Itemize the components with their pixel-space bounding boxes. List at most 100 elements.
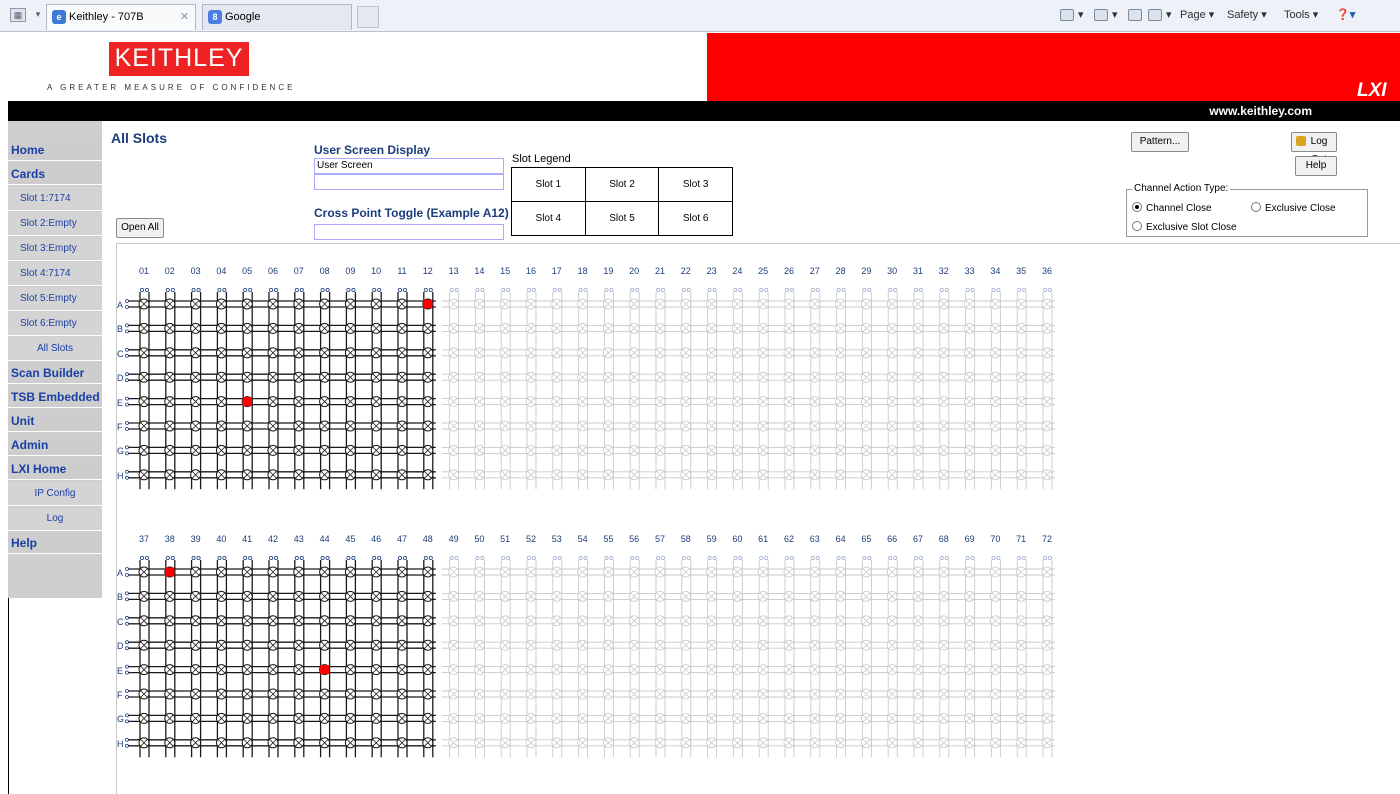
- row-label: D: [117, 641, 124, 652]
- row-label: B: [117, 324, 124, 335]
- column-label: 12: [422, 266, 433, 276]
- column-terminal-icon: [480, 556, 485, 561]
- column-label: 53: [551, 534, 562, 544]
- column-terminal-icon: [1043, 287, 1048, 292]
- column-terminal-icon: [217, 556, 222, 561]
- column-terminal-icon: [893, 556, 898, 561]
- column-terminal-icon: [397, 287, 402, 292]
- column-terminal-icon: [144, 556, 149, 561]
- column-terminal-icon: [712, 287, 717, 292]
- column-label: 56: [629, 534, 640, 544]
- column-label: 10: [371, 266, 382, 276]
- column-label: 21: [654, 266, 665, 276]
- closed-crosspoint-A12[interactable]: [423, 299, 433, 309]
- column-terminal-icon: [351, 556, 356, 561]
- column-label: 18: [577, 266, 588, 276]
- column-label: 38: [164, 534, 175, 544]
- column-terminal-icon: [346, 287, 351, 292]
- closed-crosspoint-A38[interactable]: [165, 567, 175, 577]
- column-terminal-icon: [449, 556, 454, 561]
- column-label: 15: [500, 266, 511, 276]
- column-label: 43: [293, 534, 304, 544]
- column-terminal-icon: [712, 556, 717, 561]
- row-label: A: [117, 568, 124, 578]
- column-label: 35: [1016, 266, 1027, 276]
- column-terminal-icon: [578, 556, 583, 561]
- column-label: 70: [990, 534, 1001, 544]
- column-terminal-icon: [578, 287, 583, 292]
- column-label: 72: [1041, 534, 1052, 544]
- column-terminal-icon: [759, 287, 764, 292]
- column-terminal-icon: [583, 556, 588, 561]
- column-terminal-icon: [196, 287, 201, 292]
- column-label: 39: [190, 534, 201, 544]
- column-terminal-icon: [609, 287, 614, 292]
- column-terminal-icon: [707, 556, 712, 561]
- column-terminal-icon: [914, 287, 919, 292]
- row-label: A: [117, 300, 124, 310]
- row-label: E: [117, 665, 124, 676]
- column-terminal-icon: [191, 556, 196, 561]
- column-terminal-icon: [893, 287, 898, 292]
- column-label: 63: [809, 534, 820, 544]
- column-terminal-icon: [557, 556, 562, 561]
- column-terminal-icon: [991, 556, 996, 561]
- crosspoint-matrix: [125, 287, 1055, 758]
- column-terminal-icon: [867, 556, 872, 561]
- column-terminal-icon: [764, 287, 769, 292]
- closed-crosspoint-E05[interactable]: [242, 397, 252, 407]
- column-terminal-icon: [402, 556, 407, 561]
- column-terminal-icon: [501, 287, 506, 292]
- column-terminal-icon: [346, 556, 351, 561]
- column-label: 42: [267, 534, 278, 544]
- column-label: 40: [216, 534, 227, 544]
- column-label: 13: [448, 266, 459, 276]
- column-terminal-icon: [294, 556, 299, 561]
- column-terminal-icon: [914, 556, 919, 561]
- closed-crosspoint-E44[interactable]: [320, 665, 330, 675]
- column-label: 30: [887, 266, 898, 276]
- column-terminal-icon: [635, 556, 640, 561]
- column-terminal-icon: [428, 556, 433, 561]
- column-label: 57: [654, 534, 665, 544]
- column-terminal-icon: [686, 287, 691, 292]
- column-terminal-icon: [351, 287, 356, 292]
- column-terminal-icon: [552, 556, 557, 561]
- column-terminal-icon: [1017, 556, 1022, 561]
- column-label: 31: [912, 266, 923, 276]
- column-terminal-icon: [583, 287, 588, 292]
- column-label: 65: [861, 534, 872, 544]
- column-terminal-icon: [759, 556, 764, 561]
- column-terminal-icon: [810, 287, 815, 292]
- column-label: 29: [861, 266, 872, 276]
- column-terminal-icon: [733, 556, 738, 561]
- column-label: 47: [396, 534, 407, 544]
- column-terminal-icon: [273, 287, 278, 292]
- column-terminal-icon: [248, 556, 253, 561]
- column-label: 08: [319, 266, 330, 276]
- column-label: 48: [422, 534, 433, 544]
- column-terminal-icon: [991, 287, 996, 292]
- column-terminal-icon: [170, 287, 175, 292]
- column-terminal-icon: [165, 287, 170, 292]
- column-label: 24: [732, 266, 743, 276]
- column-label: 60: [732, 534, 743, 544]
- column-terminal-icon: [191, 287, 196, 292]
- column-terminal-icon: [449, 287, 454, 292]
- column-terminal-icon: [222, 287, 227, 292]
- column-label: 17: [551, 266, 562, 276]
- column-label: 49: [448, 534, 459, 544]
- column-label: 45: [345, 534, 356, 544]
- column-terminal-icon: [139, 287, 144, 292]
- column-terminal-icon: [243, 556, 248, 561]
- column-terminal-icon: [248, 287, 253, 292]
- row-label: C: [117, 348, 124, 359]
- column-terminal-icon: [552, 287, 557, 292]
- column-terminal-icon: [372, 556, 377, 561]
- column-terminal-icon: [785, 556, 790, 561]
- column-terminal-icon: [532, 287, 537, 292]
- column-terminal-icon: [532, 556, 537, 561]
- column-terminal-icon: [939, 556, 944, 561]
- column-label: 19: [603, 266, 614, 276]
- column-terminal-icon: [944, 287, 949, 292]
